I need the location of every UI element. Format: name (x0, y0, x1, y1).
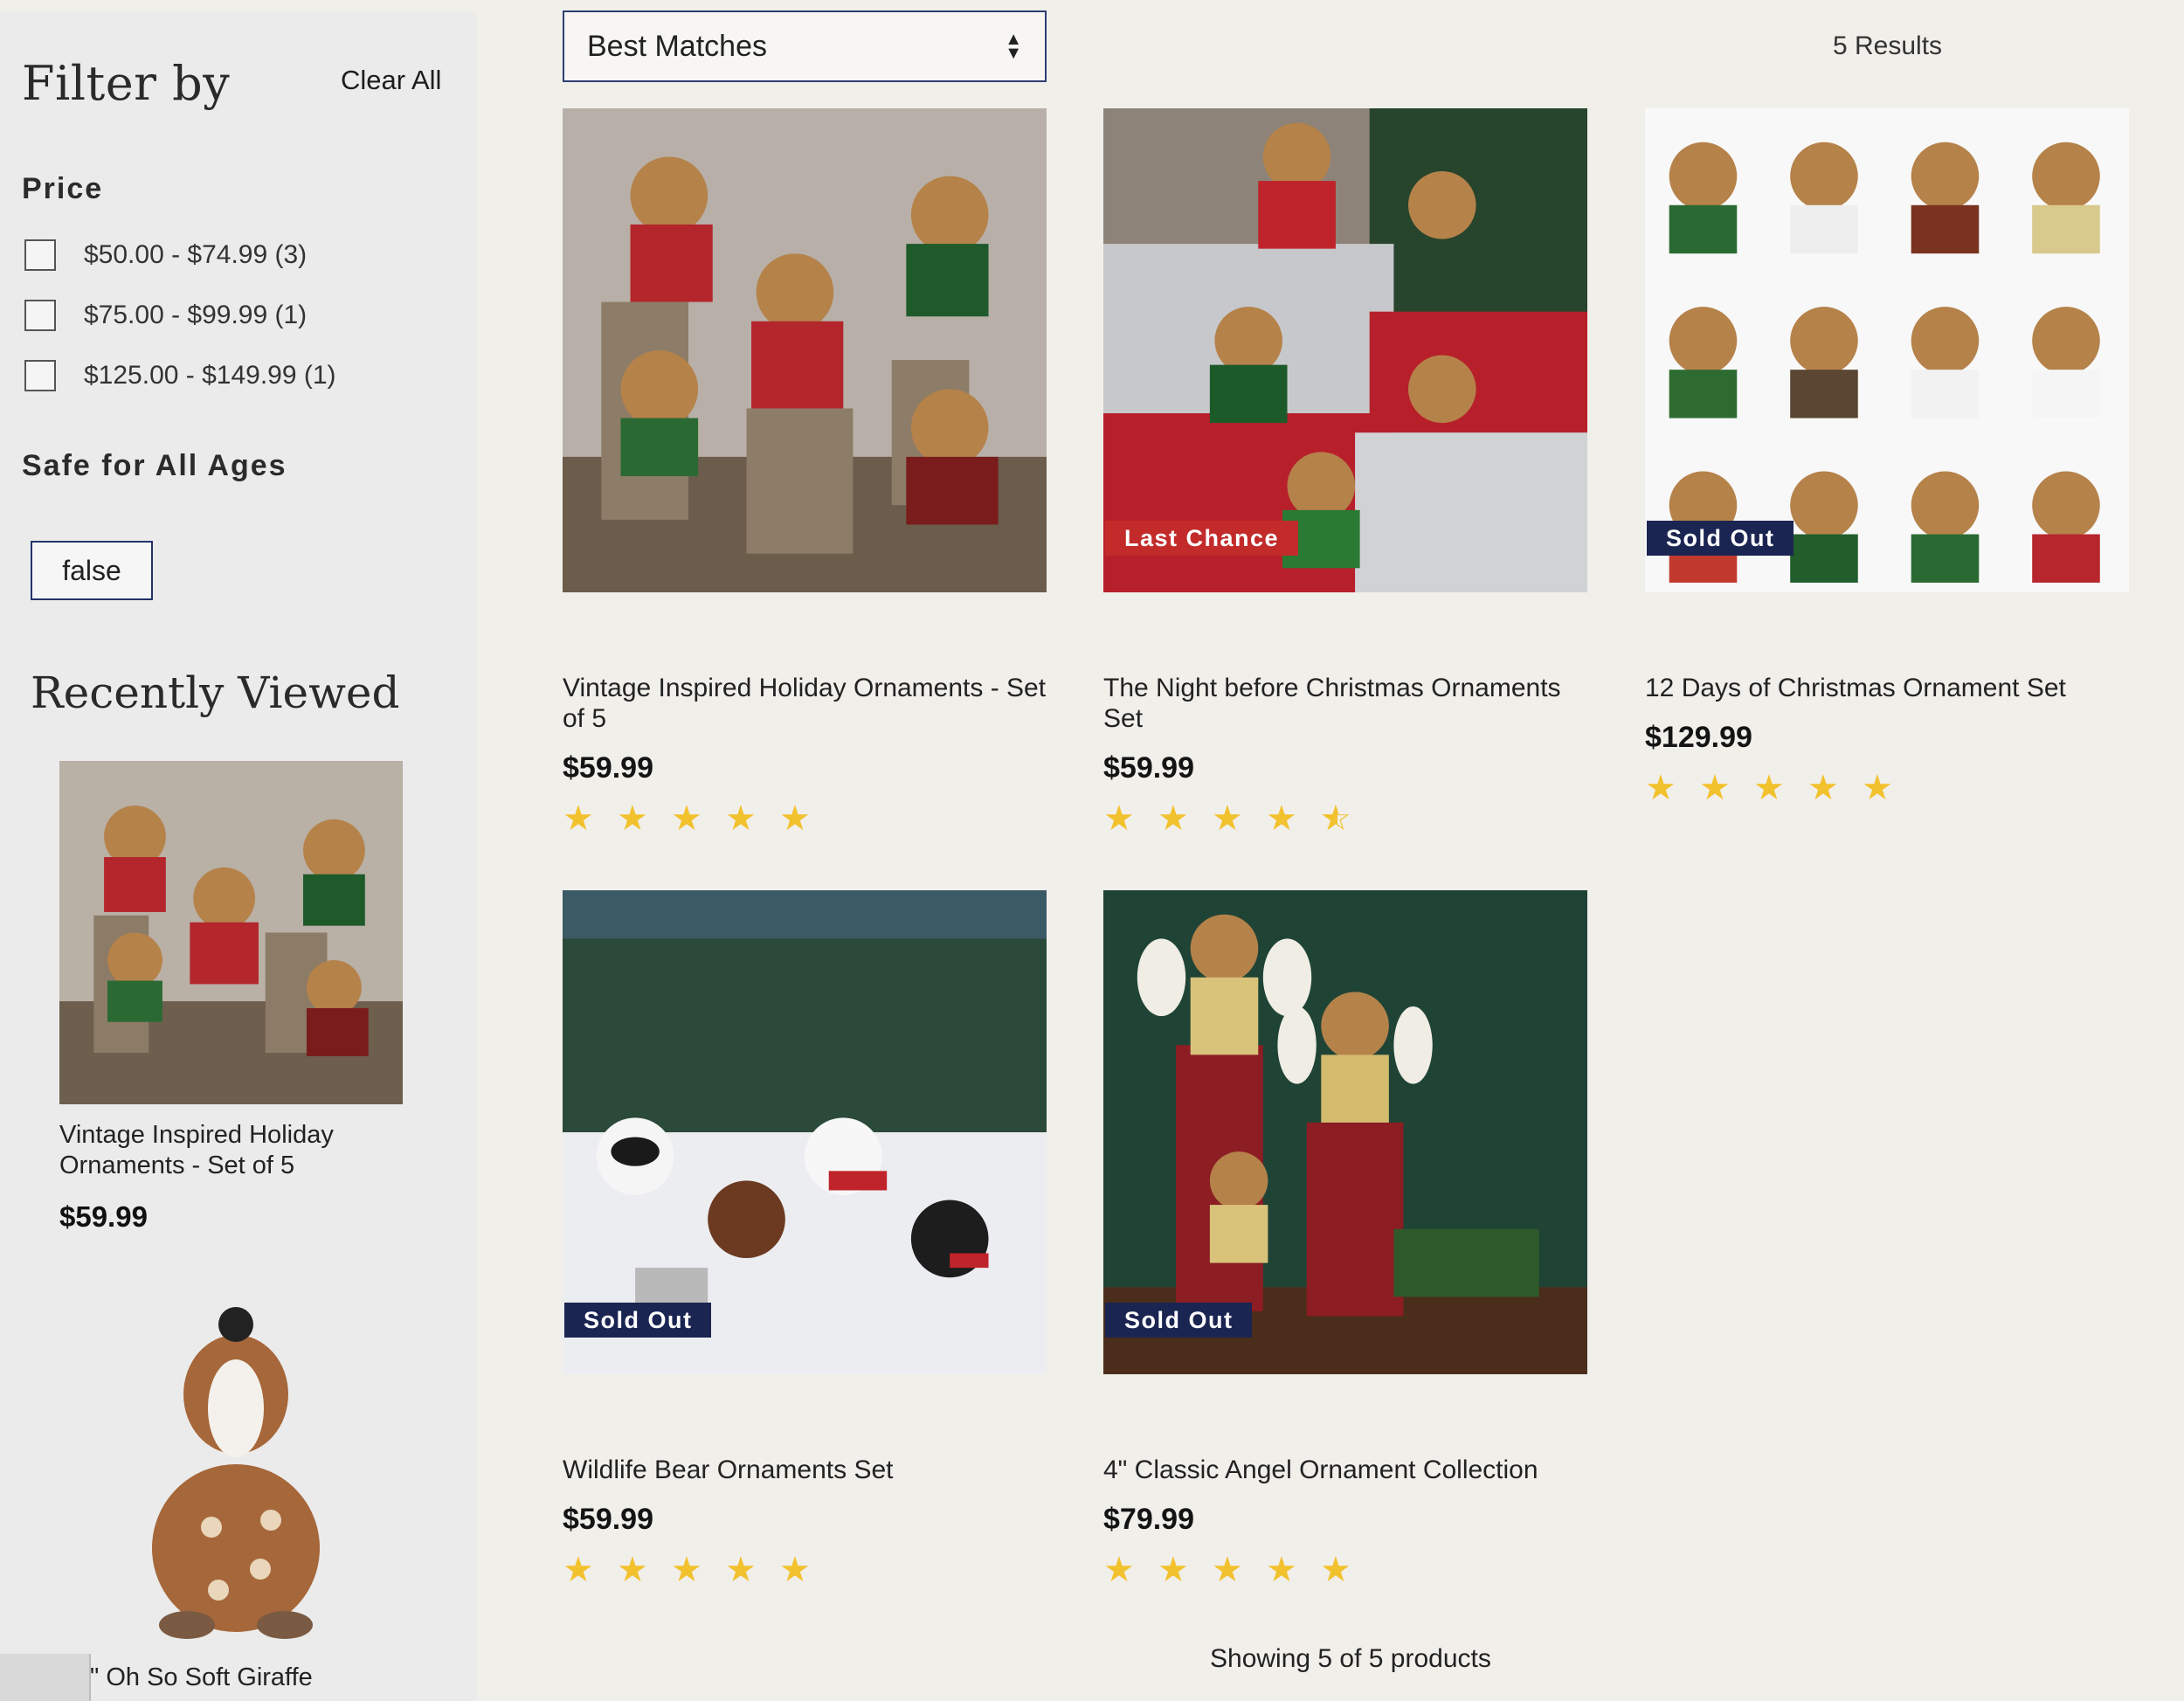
product-card: Sold Out 12 Days of Christmas Ornament S… (1645, 108, 2131, 806)
price-facet-title: Price (22, 172, 104, 205)
product-card: Last Chance The Night before Christmas O… (1103, 108, 1589, 836)
star-full-icon: ★ (725, 1551, 757, 1589)
rating-stars: ★ ★ ★ ★ ★ (1645, 771, 2131, 806)
product-price: $59.99 (563, 1503, 653, 1536)
product-image[interactable] (563, 108, 1047, 592)
scrollbar-stub[interactable] (0, 1654, 91, 1701)
price-option-50-74[interactable]: $50.00 - $74.99 (3) (24, 238, 307, 273)
star-full-icon: ★ (1862, 769, 1893, 807)
product-name[interactable]: The Night before Christmas Ornaments Set (1103, 673, 1589, 734)
product-name[interactable]: 4" Classic Angel Ornament Collection (1103, 1455, 1589, 1485)
star-full-icon: ★ (671, 1551, 702, 1589)
product-card: Vintage Inspired Holiday Ornaments - Set… (563, 108, 1048, 836)
star-full-icon: ★ (779, 1551, 811, 1589)
rating-stars: ★ ★ ★ ★ ★ (563, 801, 1048, 836)
product-name[interactable]: Wildlife Bear Ornaments Set (563, 1455, 1048, 1485)
safe-facet-title: Safe for All Ages (22, 449, 287, 482)
star-full-icon: ★ (1266, 799, 1297, 838)
recently-viewed-product-price: $59.99 (59, 1200, 148, 1233)
rating-stars: ★ ★ ★ ★ ★ (1103, 1552, 1589, 1587)
results-count: 5 Results (1833, 31, 1943, 60)
star-full-icon: ★ (1266, 1551, 1297, 1589)
product-name[interactable]: 12 Days of Christmas Ornament Set (1645, 673, 2131, 703)
rating-stars: ★ ★ ★ ★ ★ (563, 1552, 1048, 1587)
star-half-icon: ★ (1320, 801, 1355, 836)
product-image[interactable]: Sold Out (1103, 890, 1587, 1374)
price-option-label: $50.00 - $74.99 (3) (84, 240, 308, 269)
last-chance-badge: Last Chance (1105, 521, 1299, 556)
star-full-icon: ★ (1645, 769, 1676, 807)
product-price: $129.99 (1645, 721, 1752, 754)
rating-stars: ★ ★ ★ ★ ★ (1103, 801, 1589, 836)
sold-out-badge: Sold Out (1647, 521, 1794, 556)
star-full-icon: ★ (1699, 769, 1731, 807)
recently-viewed-product-image[interactable] (59, 761, 403, 1104)
product-image[interactable]: Sold Out (1645, 108, 2129, 592)
star-full-icon: ★ (779, 799, 811, 838)
star-full-icon: ★ (1807, 769, 1839, 807)
clear-all-link[interactable]: Clear All (341, 65, 441, 96)
showing-count: Showing 5 of 5 products (1210, 1644, 1491, 1673)
star-full-icon: ★ (617, 1551, 648, 1589)
star-full-icon: ★ (1158, 1551, 1189, 1589)
checkbox[interactable] (24, 360, 56, 391)
product-name[interactable]: Vintage Inspired Holiday Ornaments - Set… (563, 673, 1048, 734)
star-full-icon: ★ (671, 799, 702, 838)
price-option-label: $125.00 - $149.99 (1) (84, 361, 336, 390)
price-option-125-149[interactable]: $125.00 - $149.99 (1) (24, 358, 336, 393)
star-full-icon: ★ (1212, 1551, 1243, 1589)
sold-out-badge: Sold Out (1105, 1303, 1253, 1338)
star-full-icon: ★ (563, 799, 594, 838)
recently-viewed-product-name[interactable]: Vintage Inspired Holiday Ornaments - Set… (59, 1120, 409, 1181)
checkbox[interactable] (24, 300, 56, 331)
sort-select-value: Best Matches (587, 29, 767, 63)
checkbox[interactable] (24, 239, 56, 271)
sort-select[interactable]: Best Matches ▲ ▼ (563, 10, 1047, 82)
star-full-icon: ★ (1320, 1551, 1351, 1589)
star-full-icon: ★ (1103, 799, 1135, 838)
product-image[interactable]: Sold Out (563, 890, 1047, 1374)
recently-viewed-product-name[interactable]: " Oh So Soft Giraffe (90, 1663, 313, 1692)
product-card: Sold Out Wildlife Bear Ornaments Set $59… (563, 890, 1048, 1587)
star-full-icon: ★ (1212, 799, 1243, 838)
star-full-icon: ★ (1158, 799, 1189, 838)
star-full-icon: ★ (617, 799, 648, 838)
filter-title: Filter by (22, 56, 231, 111)
price-option-75-99[interactable]: $75.00 - $99.99 (1) (24, 298, 307, 333)
star-full-icon: ★ (1753, 769, 1785, 807)
product-price: $59.99 (1103, 751, 1194, 785)
product-image[interactable]: Last Chance (1103, 108, 1587, 592)
product-card: Sold Out 4" Classic Angel Ornament Colle… (1103, 890, 1589, 1587)
product-price: $79.99 (1103, 1503, 1194, 1536)
giraffe-plush-image[interactable] (114, 1296, 358, 1646)
sold-out-badge: Sold Out (564, 1303, 712, 1338)
filter-sidebar: Filter by Clear All Price $50.00 - $74.9… (0, 12, 477, 1701)
product-price: $59.99 (563, 751, 653, 785)
safe-for-all-ages-chip[interactable]: false (31, 541, 153, 600)
price-option-label: $75.00 - $99.99 (1) (84, 301, 308, 329)
updown-arrows-icon: ▲ ▼ (1005, 30, 1022, 63)
star-full-icon: ★ (725, 799, 757, 838)
recently-viewed-title: Recently Viewed (31, 667, 400, 718)
star-full-icon: ★ (563, 1551, 594, 1589)
star-full-icon: ★ (1103, 1551, 1135, 1589)
